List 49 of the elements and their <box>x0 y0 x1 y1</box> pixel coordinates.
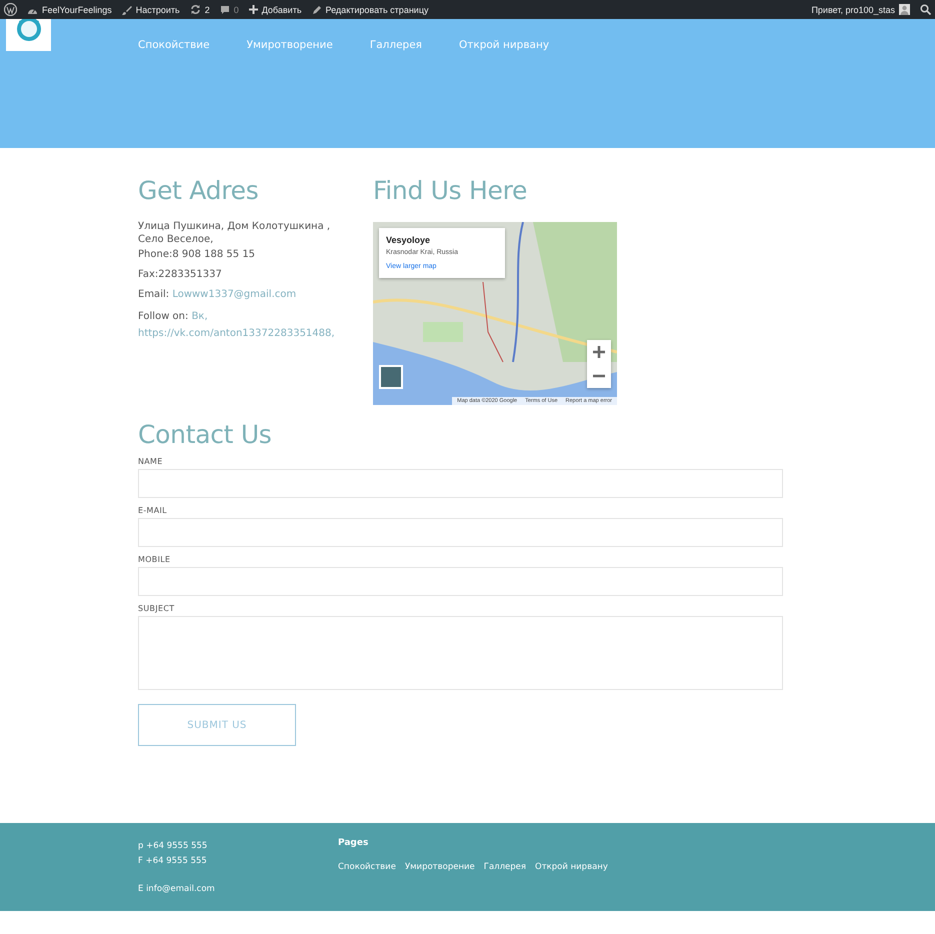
footer-link[interactable]: Открой нирвану <box>535 862 608 872</box>
brush-icon <box>122 4 132 14</box>
search-icon[interactable] <box>920 4 931 15</box>
social-link[interactable]: Вк, <box>192 311 208 322</box>
fax-text: Fax:2283351337 <box>138 268 223 281</box>
comment-icon <box>220 4 230 14</box>
follow-label: Follow on: <box>138 311 188 322</box>
satellite-thumbnail[interactable] <box>379 365 403 389</box>
edit-page-link[interactable]: Редактировать страницу <box>326 4 428 14</box>
contact-text: F +64 9555 555 <box>138 855 208 868</box>
social-link[interactable]: https://vk.com/anton13372283351488, <box>138 328 335 339</box>
input-field[interactable] <box>138 567 783 596</box>
email-link[interactable]: Lowww1337@gmail.com <box>172 289 296 300</box>
footer-heading: Pages <box>338 838 370 848</box>
input-field[interactable] <box>138 518 783 547</box>
email-label: Email: <box>138 289 170 300</box>
refresh-icon <box>190 4 201 15</box>
textarea-field[interactable] <box>138 616 783 690</box>
field-label: MOBILE <box>138 555 172 564</box>
plus-icon <box>248 5 258 14</box>
comments-count[interactable]: 0 <box>234 4 239 14</box>
contact-text: p +64 9555 555 <box>138 840 208 853</box>
submit-button[interactable]: SUBMIT US <box>138 704 296 746</box>
nav-link[interactable]: Умиротворение <box>246 39 333 51</box>
field-label: SUBJECT <box>138 604 176 613</box>
section-heading: Find Us Here <box>373 176 528 205</box>
contact-text: E info@email.com <box>138 883 216 896</box>
nav-link[interactable]: Открой нирвану <box>459 39 550 51</box>
updates-count[interactable]: 2 <box>204 4 210 14</box>
pencil-icon <box>312 4 322 14</box>
footer-link[interactable]: Умиротворение <box>404 862 475 872</box>
wordpress-logo-icon[interactable] <box>4 3 17 16</box>
input-field[interactable] <box>138 469 783 498</box>
field-label: NAME <box>138 457 164 466</box>
section-heading: Get Adres <box>138 176 260 205</box>
section-heading: Contact Us <box>138 420 273 449</box>
place-name: Vesyoloye <box>386 235 432 245</box>
address-text: Улица Пушкина, Дом Колотушкина , Село Веселое, <box>138 220 332 246</box>
customize-link[interactable]: Настроить <box>136 4 180 14</box>
nav-link[interactable]: Спокойствие <box>138 39 210 51</box>
footer-link[interactable]: Спокойствие <box>338 862 396 872</box>
phone-text: Phone:8 908 188 55 15 <box>138 248 256 261</box>
nav-link[interactable]: Галлерея <box>370 39 422 51</box>
user-avatar-icon <box>899 4 910 15</box>
greeting-link[interactable]: Привет, pro100_stas <box>811 4 895 14</box>
footer-link[interactable]: Галлерея <box>484 862 526 872</box>
field-label: E-MAIL <box>138 506 168 515</box>
site-name-link[interactable]: FeelYourFeelings <box>42 4 112 14</box>
add-new-link[interactable]: Добавить <box>262 4 302 14</box>
